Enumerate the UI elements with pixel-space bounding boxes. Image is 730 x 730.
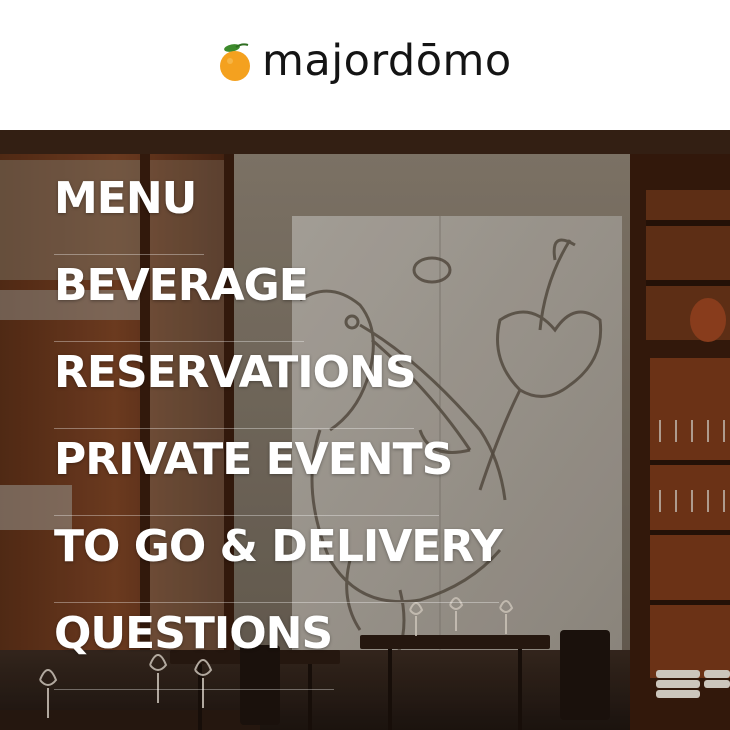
orange-fruit-icon: [220, 43, 250, 81]
nav-divider: [54, 689, 334, 690]
nav-link-reservations[interactable]: RESERVATIONS: [54, 346, 417, 400]
nav-link-beverage[interactable]: BEVERAGE: [54, 259, 309, 313]
nav-item-questions: QUESTIONS: [54, 603, 524, 690]
nav-item-private-events: PRIVATE EVENTS: [54, 429, 524, 516]
nav-item-to-go-delivery: TO GO & DELIVERY: [54, 516, 524, 603]
site-header: majordōmo: [0, 0, 730, 130]
nav-item-menu: MENU: [54, 168, 524, 255]
nav-link-menu[interactable]: MENU: [54, 172, 197, 226]
nav-item-beverage: BEVERAGE: [54, 255, 524, 342]
nav-link-to-go-delivery[interactable]: TO GO & DELIVERY: [54, 520, 503, 574]
nav-item-reservations: RESERVATIONS: [54, 342, 524, 429]
main-nav: MENU BEVERAGE RESERVATIONS PRIVATE EVENT…: [54, 168, 524, 690]
brand-wordmark: majordōmo: [262, 35, 512, 86]
nav-link-questions[interactable]: QUESTIONS: [54, 607, 333, 661]
nav-link-private-events[interactable]: PRIVATE EVENTS: [54, 433, 453, 487]
brand-logo-link[interactable]: majordōmo: [214, 26, 512, 96]
